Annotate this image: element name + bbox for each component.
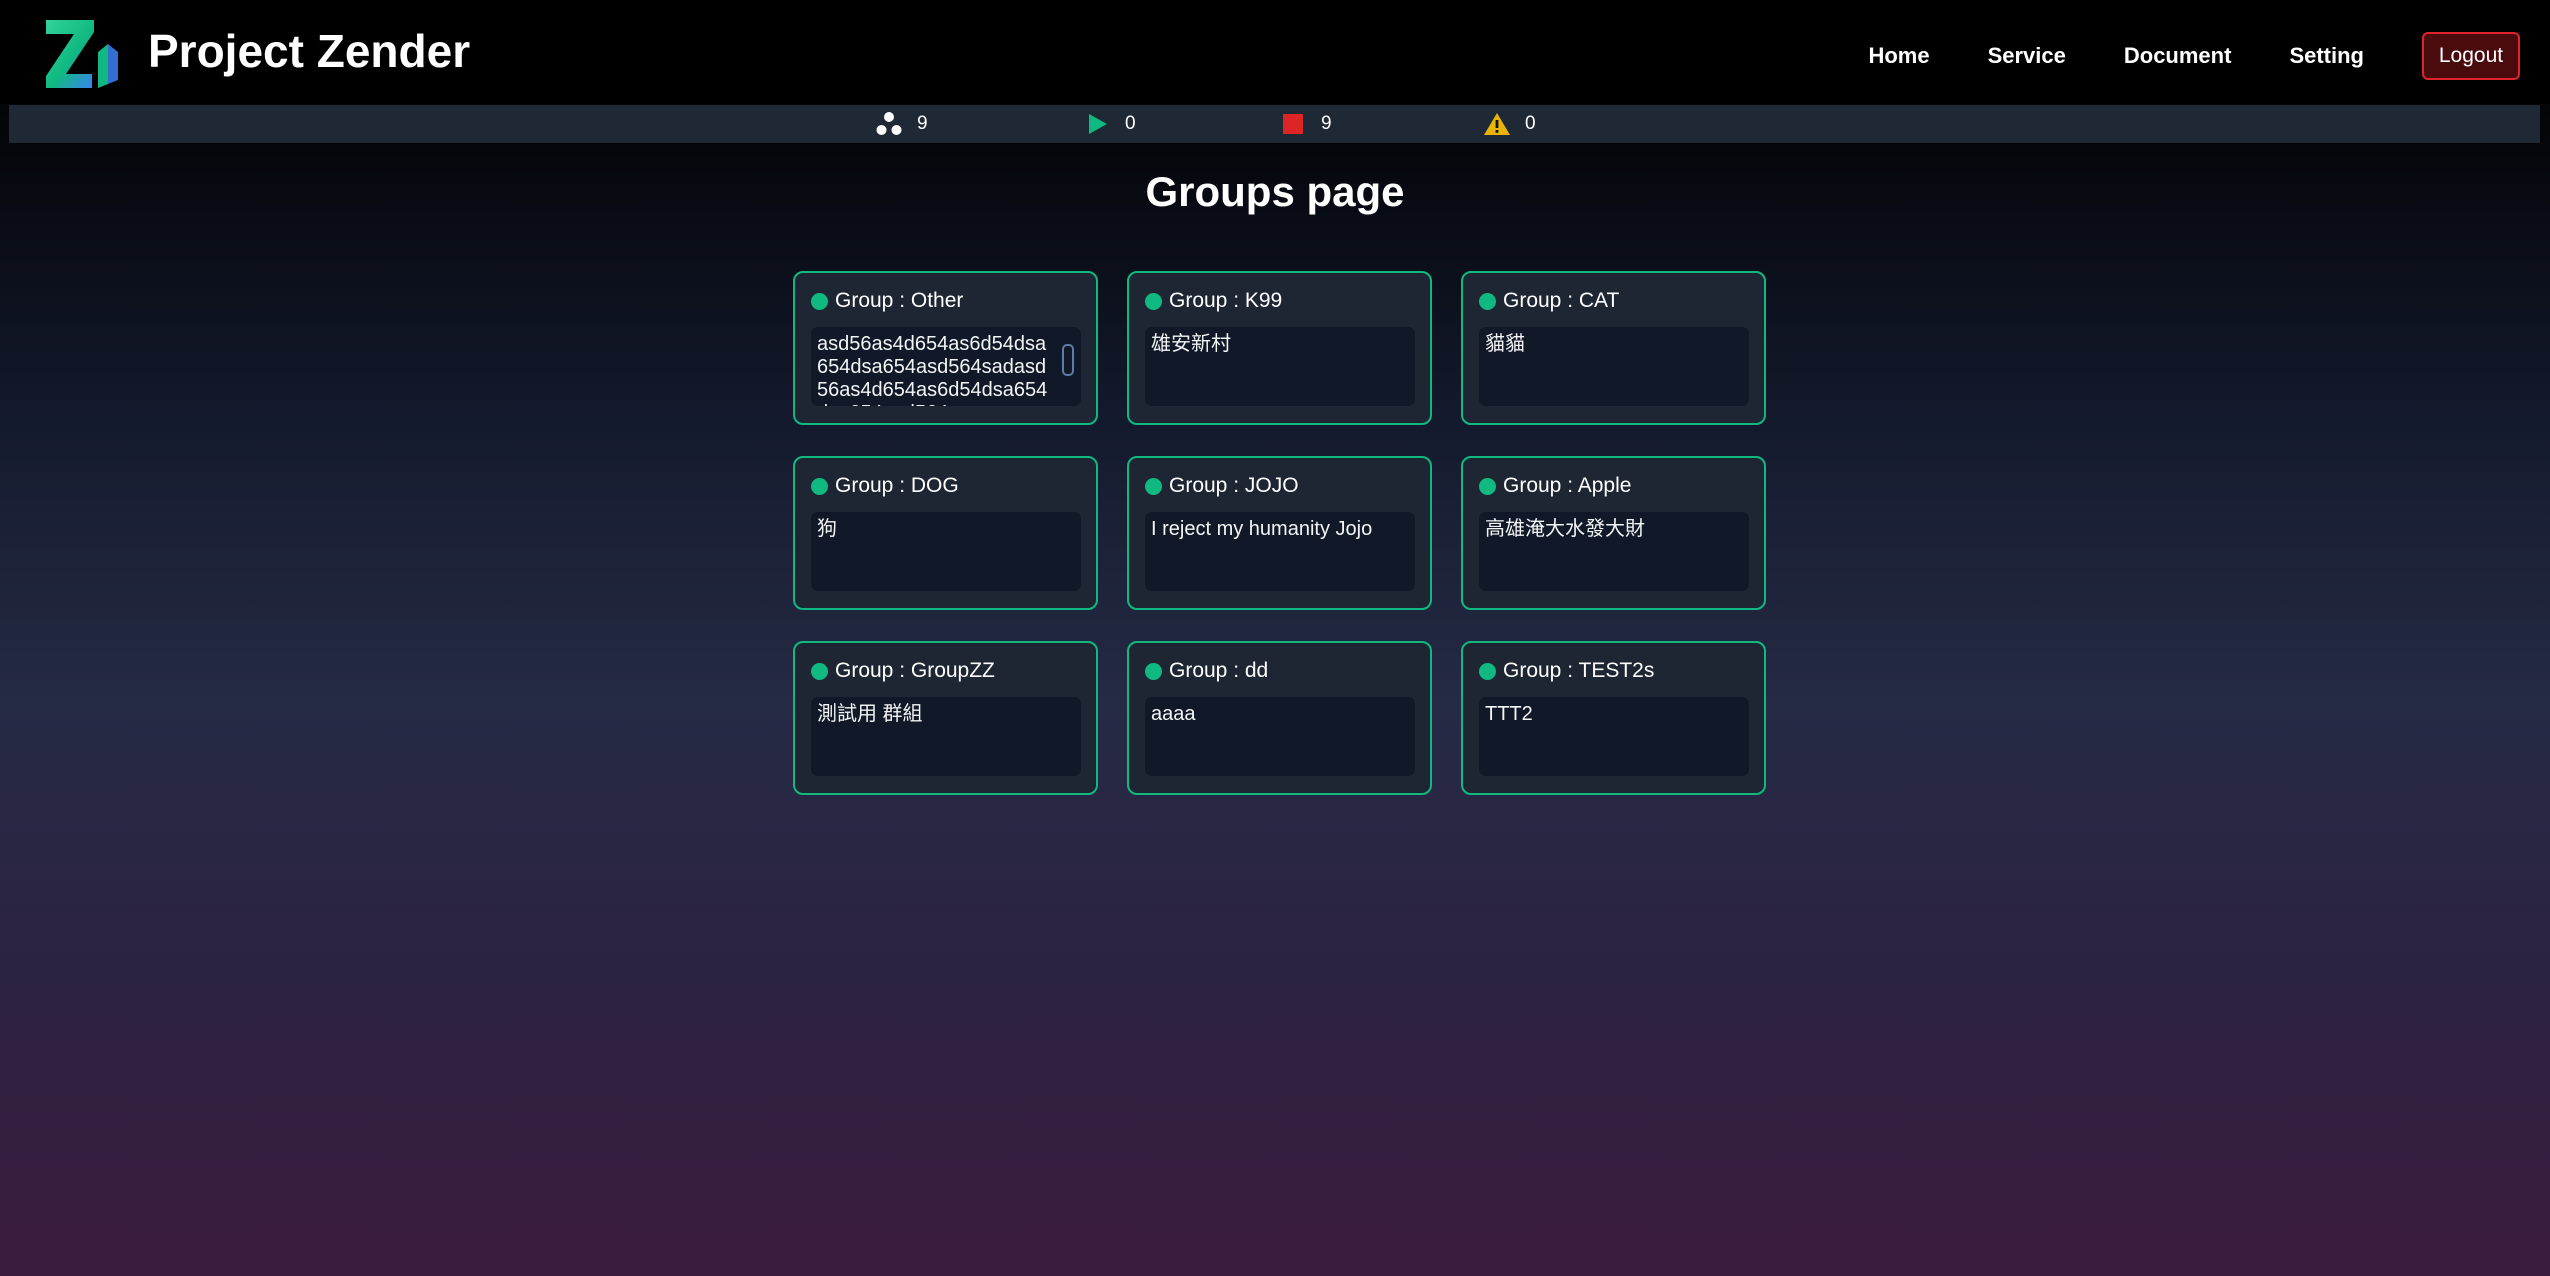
group-card-header: Group : GroupZZ: [811, 657, 995, 685]
groups-grid: Group : Other asd56as4d654as6d54dsa654ds…: [793, 271, 1767, 795]
status-dot-icon: [811, 662, 828, 680]
brand-title: Project Zender: [148, 25, 471, 77]
group-card-dog[interactable]: Group : DOG 狗: [793, 456, 1098, 610]
group-card-header: Group : DOG: [811, 472, 959, 500]
group-description: 測試用 群組: [817, 703, 923, 725]
page-title: Groups page: [1145, 168, 1405, 215]
nav-setting-link[interactable]: Setting: [2289, 43, 2364, 69]
groups-stat: 9: [875, 105, 928, 143]
group-title: Group : Other: [835, 289, 964, 312]
group-card-jojo[interactable]: Group : JOJO I reject my humanity Jojo: [1127, 456, 1432, 610]
warnings-count: 0: [1525, 113, 1536, 134]
group-title: Group : DOG: [835, 474, 959, 497]
group-description-box[interactable]: 狗: [811, 512, 1081, 591]
status-dot-icon: [1479, 477, 1496, 495]
stop-icon: [1283, 114, 1303, 134]
group-description-box[interactable]: TTT2: [1479, 697, 1749, 776]
group-card-dd[interactable]: Group : dd aaaa: [1127, 641, 1432, 795]
status-dot-icon: [811, 477, 828, 495]
top-navbar: Project Zender Home Service Document Set…: [0, 0, 2550, 104]
group-description: 雄安新村: [1151, 333, 1231, 355]
group-description: aaaa: [1151, 703, 1196, 725]
groups-count: 9: [917, 113, 928, 134]
group-card-header: Group : Apple: [1479, 472, 1631, 500]
groups-icon: [876, 112, 902, 135]
group-title: Group : Apple: [1503, 474, 1632, 497]
status-dot-icon: [1145, 292, 1162, 310]
group-card-header: Group : CAT: [1479, 287, 1619, 315]
group-description: 高雄淹大水發大財: [1485, 518, 1645, 540]
warning-icon: [1484, 113, 1510, 135]
group-description-box[interactable]: 雄安新村: [1145, 327, 1415, 406]
group-description: 狗: [817, 518, 837, 540]
group-card-cat[interactable]: Group : CAT 貓貓: [1461, 271, 1766, 425]
stopped-stat: 9: [1279, 105, 1332, 143]
group-title: Group : GroupZZ: [835, 659, 995, 682]
group-card-header: Group : JOJO: [1145, 472, 1299, 500]
group-description-box[interactable]: asd56as4d654as6d54dsa654dsa654asd564sada…: [811, 327, 1081, 406]
status-dot-icon: [811, 292, 828, 310]
stopped-count: 9: [1321, 113, 1332, 134]
group-description-box[interactable]: 高雄淹大水發大財: [1479, 512, 1749, 591]
logo-icon[interactable]: [44, 18, 120, 90]
group-title: Group : TEST2s: [1503, 659, 1655, 682]
nav-home-link[interactable]: Home: [1868, 43, 1929, 69]
nav-document-link[interactable]: Document: [2124, 43, 2232, 69]
play-icon: [1089, 114, 1107, 134]
group-card-other[interactable]: Group : Other asd56as4d654as6d54dsa654ds…: [793, 271, 1098, 425]
group-description: I reject my humanity Jojo: [1151, 518, 1373, 540]
group-description-box[interactable]: aaaa: [1145, 697, 1415, 776]
group-card-header: Group : K99: [1145, 287, 1282, 315]
group-title: Group : dd: [1169, 659, 1269, 682]
running-count: 0: [1125, 113, 1136, 134]
group-card-test2s[interactable]: Group : TEST2s TTT2: [1461, 641, 1766, 795]
warnings-stat: 0: [1483, 105, 1536, 143]
group-card-k99[interactable]: Group : K99 雄安新村: [1127, 271, 1432, 425]
group-description: 貓貓: [1485, 333, 1525, 355]
main-nav: Home Service Document Setting Logout: [1868, 32, 2520, 80]
scrollbar-thumb[interactable]: [1062, 344, 1074, 376]
group-description-box[interactable]: I reject my humanity Jojo: [1145, 512, 1415, 591]
status-dot-icon: [1145, 662, 1162, 680]
logout-button[interactable]: Logout: [2422, 32, 2520, 80]
group-description-box[interactable]: 測試用 群組: [811, 697, 1081, 776]
status-bar: 9 0 9 0: [9, 105, 2540, 143]
group-card-header: Group : TEST2s: [1479, 657, 1654, 685]
status-dot-icon: [1479, 662, 1496, 680]
group-description-box[interactable]: 貓貓: [1479, 327, 1749, 406]
group-title: Group : JOJO: [1169, 474, 1299, 497]
group-card-groupzz[interactable]: Group : GroupZZ 測試用 群組: [793, 641, 1098, 795]
group-title: Group : K99: [1169, 289, 1283, 312]
nav-service-link[interactable]: Service: [1988, 43, 2066, 69]
group-card-apple[interactable]: Group : Apple 高雄淹大水發大財: [1461, 456, 1766, 610]
group-card-header: Group : dd: [1145, 657, 1268, 685]
group-title: Group : CAT: [1503, 289, 1620, 312]
status-dot-icon: [1145, 477, 1162, 495]
group-card-header: Group : Other: [811, 287, 963, 315]
status-dot-icon: [1479, 292, 1496, 310]
group-description: TTT2: [1485, 703, 1533, 725]
group-description: asd56as4d654as6d54dsa654dsa654asd564sada…: [817, 333, 1048, 406]
running-stat: 0: [1083, 105, 1136, 143]
